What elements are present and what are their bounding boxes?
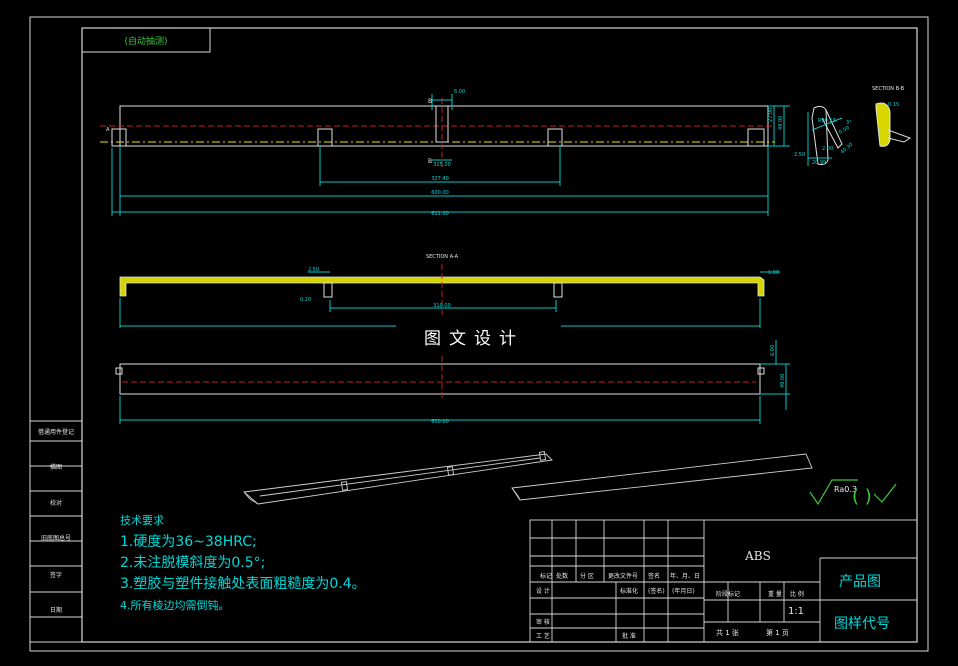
roughness-symbol: Ra0.3 ( ) [809, 479, 897, 507]
tb-review: 审 核 [536, 618, 550, 626]
title-sheet-no: 第 1 页 [766, 628, 789, 637]
tb-design: 设 计 [536, 587, 550, 595]
section-aa-label: SECTION A-A [426, 254, 459, 260]
dim-aa-d4: 310.00 [433, 303, 451, 309]
title-stage-mark: 阶段标记 [716, 590, 740, 598]
title-material: ABS [744, 549, 771, 563]
tb-hdr-2: 处数 [556, 572, 568, 580]
dim-bb-d6: 20.99 [812, 160, 826, 166]
tb-hdr-3: 分 区 [580, 572, 594, 580]
title-drawing-number: 图样代号 [834, 616, 890, 632]
section-bb-detail: SECTION B-B 0.15 R90.19 0.50 40.30 2.50 … [794, 86, 912, 166]
dim-bb-d7: 3° [846, 120, 852, 126]
strip-label-4: 旧底图总号 [41, 534, 71, 542]
note-item-2: 2.未注脱模斜度为0.5°; [120, 555, 265, 571]
section-bb-label: SECTION B-B [872, 86, 905, 92]
strip-label-5: 签字 [50, 571, 62, 579]
watermark-text: 图文设计 [424, 329, 524, 349]
strip-label-3: 校对 [50, 499, 62, 507]
title-weight: 重 量 [768, 590, 782, 598]
dim-top-d6: 27.00 [768, 108, 774, 122]
dim-bottom-d3: 600.00 [431, 419, 449, 425]
title-scale: 1:1 [788, 606, 804, 617]
dim-bottom-d1: 6.00 [770, 345, 776, 356]
tb-hdr-4: 更改文件号 [608, 572, 638, 580]
tb-hdr-5: 签名 [648, 572, 660, 580]
tb-standardize: 标准化 [620, 587, 638, 595]
dim-top-d1: 6.00 [454, 89, 465, 95]
technical-notes: 技术要求 1.硬度为36~38HRC; 2.未注脱模斜度为0.5°; 3.塑胶与… [120, 514, 366, 612]
dim-bb-d5: 2.50 [794, 152, 805, 158]
tb-hdr-1: 标记 [540, 572, 552, 580]
dim-bb-d3: 0.50 [838, 125, 851, 136]
roughness-paren: ( ) [852, 486, 872, 507]
title-total-sheets: 共 1 张 [716, 628, 739, 637]
note-item-3: 3.塑胶与塑件接触处表面粗糙度为0.4。 [120, 575, 366, 592]
note-item-4: 4.所有棱边均需倒钝。 [120, 598, 230, 612]
dim-top-d4: 600.00 [431, 190, 449, 196]
svg-text:B: B [428, 98, 432, 105]
tb-process: 工 艺 [536, 632, 550, 640]
dim-bottom-d2: 49.00 [780, 374, 786, 388]
dim-top-d5: 611.00 [431, 211, 449, 217]
dim-top-d2: 315.00 [433, 162, 451, 168]
watermark-banner: 图文设计 [396, 316, 561, 356]
svg-text:B: B [428, 158, 432, 165]
title-scale-label: 比 例 [790, 590, 804, 598]
dim-top-d3: 327.40 [431, 176, 449, 182]
dim-bb-d1: 0.15 [888, 102, 899, 108]
notes-heading: 技术要求 [120, 514, 164, 527]
tb-sign: (签名) [648, 587, 665, 595]
strip-label-2: 描图 [50, 463, 62, 471]
top-view: 6.00 315.00 327.40 600.00 611.00 27.00 4… [100, 89, 790, 217]
tb-hdr-6: 年、月、日 [670, 572, 700, 580]
dim-aa-d2: 1.00 [768, 270, 779, 276]
dim-bb-d4: 2.00 [822, 146, 833, 152]
tb-date: (年月日) [672, 587, 695, 595]
strip-label-6: 日期 [50, 606, 62, 614]
svg-text:A: A [106, 127, 110, 133]
tb-approve: 批 准 [622, 632, 636, 640]
title-product-name: 产品图 [839, 574, 881, 590]
strip-label-1: 借通用件登记 [38, 428, 74, 436]
dim-aa-d3: 0.20 [300, 297, 311, 303]
dim-bb-d2: R90.19 [818, 118, 836, 124]
dim-top-d7: 49.00 [778, 116, 784, 130]
title-tab-text: (自动抽测) [124, 35, 167, 47]
note-item-1: 1.硬度为36~38HRC; [120, 534, 257, 550]
dim-aa-d1: 2.50 [308, 267, 319, 273]
isometric-views [242, 451, 813, 505]
